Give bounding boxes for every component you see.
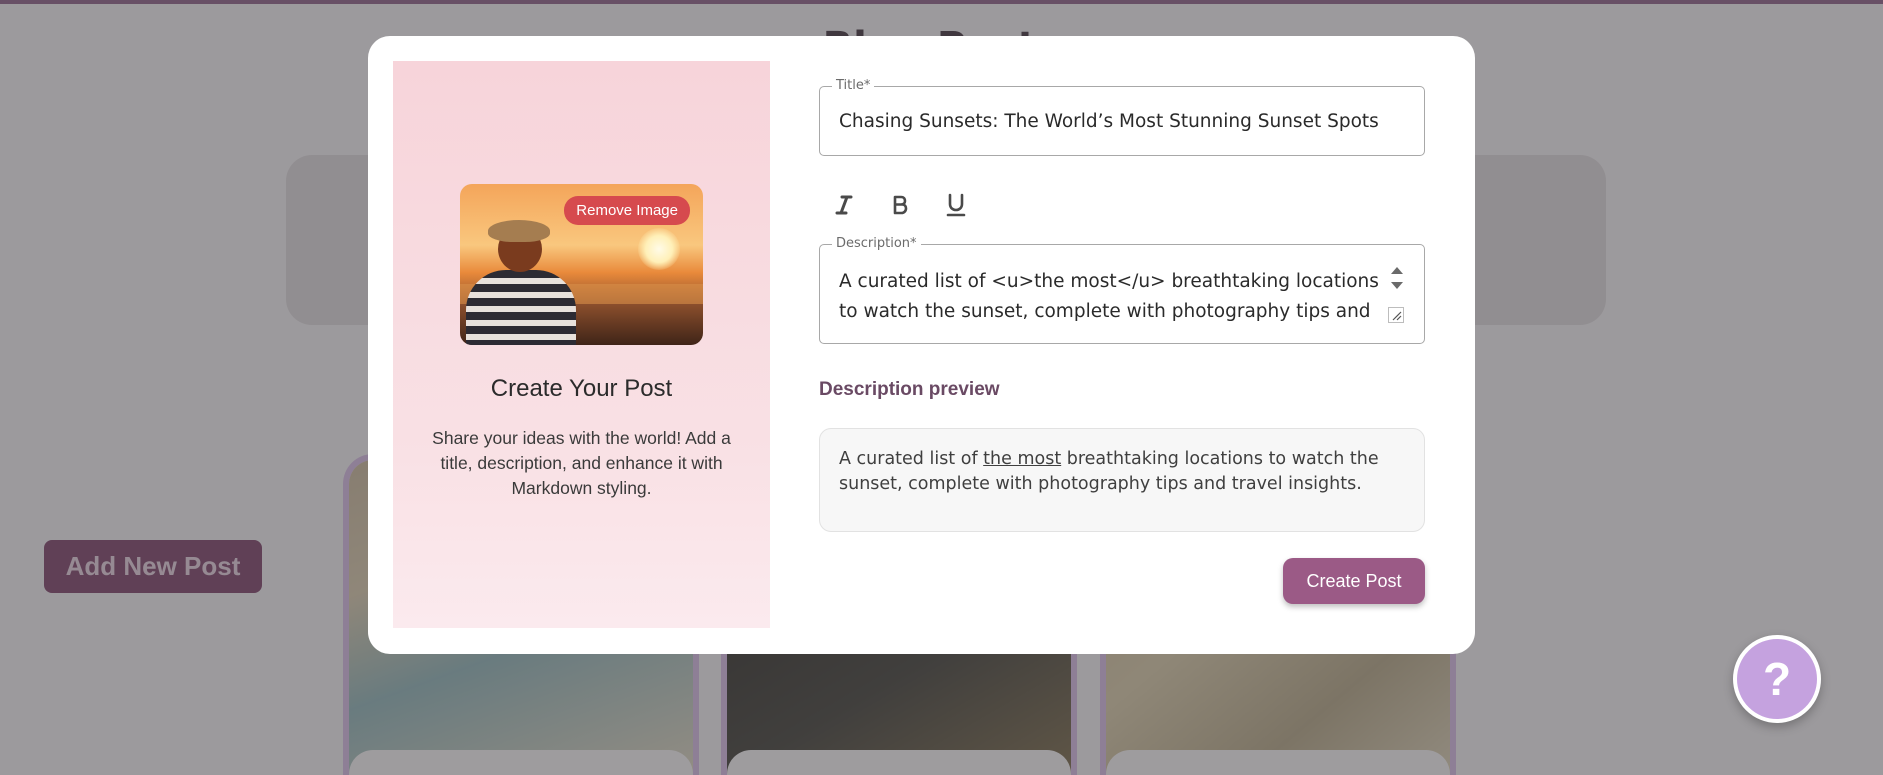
- uploaded-image-preview: Remove Image: [460, 184, 703, 345]
- remove-image-button[interactable]: Remove Image: [564, 196, 690, 225]
- person-silhouette: [466, 270, 576, 345]
- scroll-up-icon[interactable]: [1391, 267, 1403, 274]
- title-field[interactable]: Title* Chasing Sunsets: The World’s Most…: [819, 78, 1425, 156]
- sunset-sun: [638, 228, 680, 270]
- preview-text-start: A curated list of: [839, 449, 984, 469]
- help-button[interactable]: ?: [1733, 635, 1821, 723]
- underline-icon: [945, 193, 967, 220]
- description-preview: A curated list of the most breathtaking …: [819, 428, 1425, 532]
- description-field[interactable]: Description* A curated list of <u>the mo…: [819, 236, 1425, 344]
- bold-button[interactable]: [875, 186, 925, 226]
- description-textarea[interactable]: A curated list of <u>the most</u> breath…: [839, 267, 1389, 329]
- person-hat: [488, 220, 550, 242]
- scroll-down-icon[interactable]: [1391, 282, 1403, 289]
- textarea-scrollbar[interactable]: [1390, 267, 1404, 301]
- title-input[interactable]: Chasing Sunsets: The World’s Most Stunni…: [839, 111, 1379, 132]
- italic-button[interactable]: [819, 186, 869, 226]
- description-field-label: Description*: [832, 236, 921, 251]
- title-field-label: Title*: [832, 78, 875, 93]
- create-post-modal: Remove Image Create Your Post Share your…: [368, 36, 1475, 654]
- bold-icon: [889, 194, 911, 219]
- underline-button[interactable]: [931, 186, 981, 226]
- intro-title: Create Your Post: [490, 375, 673, 402]
- create-post-button[interactable]: Create Post: [1283, 558, 1425, 604]
- preview-underlined-text: the most: [983, 449, 1062, 469]
- post-intro-panel: Remove Image Create Your Post Share your…: [393, 61, 770, 628]
- intro-description: Share your ideas with the world! Add a t…: [432, 428, 731, 498]
- resize-handle-icon[interactable]: [1388, 307, 1404, 323]
- description-preview-label: Description preview: [819, 379, 1000, 400]
- italic-icon: [833, 194, 855, 219]
- formatting-toolbar: [819, 186, 981, 226]
